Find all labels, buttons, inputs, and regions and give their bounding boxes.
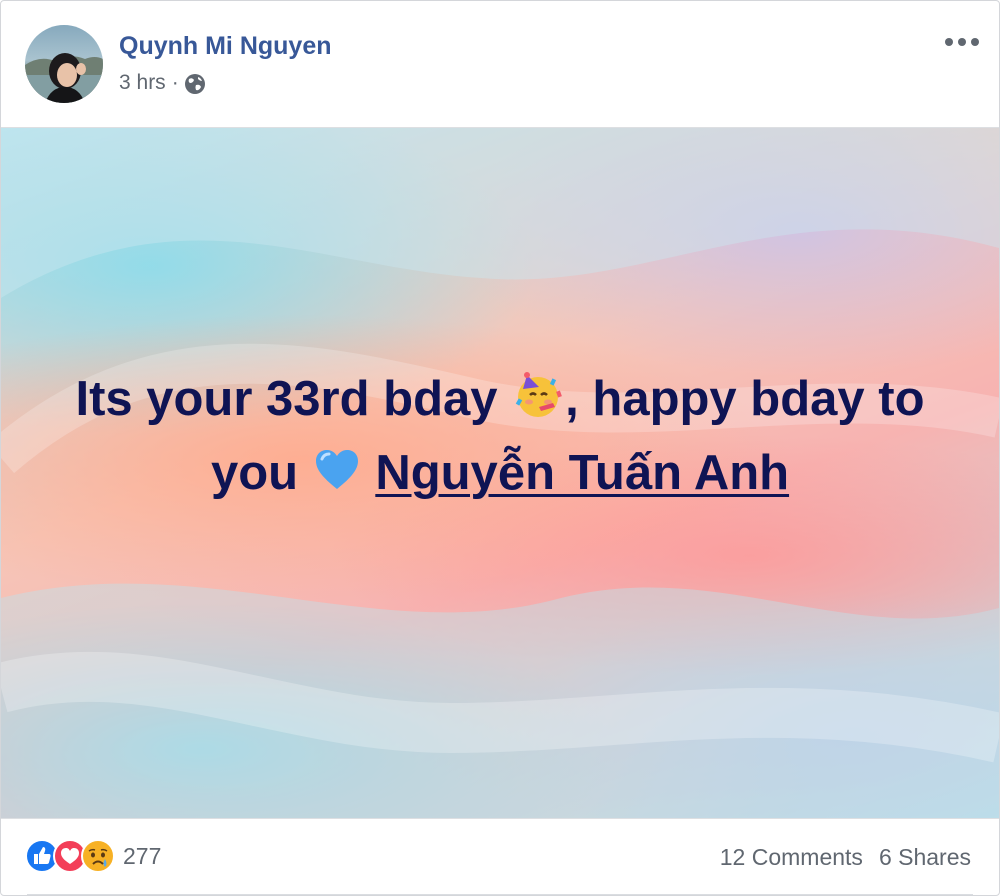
meta-separator: ·	[171, 71, 179, 94]
author-name-link[interactable]: Quynh Mi Nguyen	[119, 32, 332, 61]
post-meta: 3 hrs ·	[119, 71, 206, 95]
more-options-icon[interactable]	[945, 31, 979, 53]
post-header: Quynh Mi Nguyen 3 hrs ·	[1, 1, 999, 127]
blue-heart-emoji	[312, 445, 362, 513]
message-text-part1: Its your 33rd bday	[75, 372, 498, 426]
globe-icon[interactable]	[184, 73, 206, 95]
party-face-emoji	[511, 367, 565, 439]
post-footer: 277 12 Comments 6 Shares	[1, 817, 999, 895]
post-timestamp[interactable]: 3 hrs	[119, 71, 166, 95]
shares-count-link[interactable]: 6 Shares	[879, 844, 971, 871]
post-message: Its your 33rd bday , happy bday to you N…	[61, 365, 939, 513]
post-background-card: Its your 33rd bday , happy bday to you N…	[1, 127, 999, 819]
reaction-count: 277	[123, 842, 162, 869]
author-avatar[interactable]	[25, 25, 103, 103]
mentioned-user-link[interactable]: Nguyễn Tuấn Anh	[375, 446, 789, 500]
reactions-summary[interactable]: 277	[25, 839, 161, 873]
facebook-post: Quynh Mi Nguyen 3 hrs · Its your 33rd bd…	[0, 0, 1000, 896]
comments-count-link[interactable]: 12 Comments	[720, 844, 863, 871]
sad-icon	[81, 839, 115, 873]
post-stats: 12 Comments 6 Shares	[720, 844, 971, 871]
